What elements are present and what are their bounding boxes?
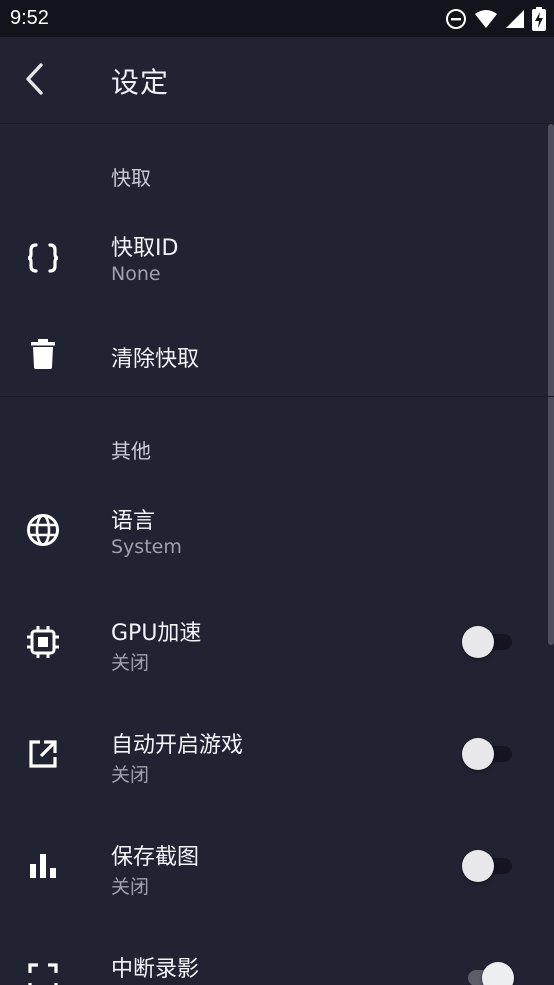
open-external-icon bbox=[24, 735, 62, 773]
status-icons bbox=[445, 6, 546, 32]
globe-icon bbox=[24, 511, 62, 549]
app-bar: 设定 bbox=[0, 37, 554, 124]
setting-subtitle: None bbox=[111, 263, 161, 285]
toggle-thumb bbox=[482, 962, 514, 985]
setting-title: 快取ID bbox=[111, 236, 179, 261]
section-header-snapshot: 快取 bbox=[111, 166, 151, 190]
back-arrow-icon bbox=[26, 63, 43, 95]
wifi-icon bbox=[474, 9, 498, 29]
setting-subtitle: 关闭 bbox=[111, 652, 150, 674]
setting-title: 保存截图 bbox=[111, 845, 200, 870]
setting-save-screenshot[interactable]: 保存截图 关闭 bbox=[0, 817, 554, 915]
setting-title: 清除快取 bbox=[111, 347, 200, 372]
chip-icon bbox=[24, 623, 62, 661]
status-bar: 9:52 bbox=[0, 0, 554, 37]
setting-title: 自动开启游戏 bbox=[111, 733, 244, 758]
cellular-signal-icon bbox=[505, 9, 525, 29]
toggle-thumb bbox=[462, 850, 494, 882]
setting-subtitle: 关闭 bbox=[111, 876, 150, 898]
trash-icon bbox=[24, 335, 62, 373]
toggle-thumb bbox=[462, 738, 494, 770]
toggle-thumb bbox=[462, 626, 494, 658]
setting-subtitle: System bbox=[111, 536, 182, 558]
interrupt-recording-toggle[interactable] bbox=[462, 961, 514, 985]
setting-title: GPU加速 bbox=[111, 621, 202, 646]
setting-title: 中断录影 bbox=[111, 957, 200, 982]
section-divider bbox=[0, 396, 554, 397]
page-title: 设定 bbox=[111, 66, 170, 99]
auto-start-game-toggle[interactable] bbox=[462, 737, 514, 771]
save-screenshot-toggle[interactable] bbox=[462, 849, 514, 883]
fullscreen-frame-icon bbox=[24, 959, 62, 985]
setting-language[interactable]: 语言 System bbox=[0, 481, 554, 579]
setting-interrupt-recording[interactable]: 中断录影 bbox=[0, 929, 554, 985]
settings-list[interactable]: 快取 快取ID None 清除快取 其他 语言 System GPU加速 关闭 bbox=[0, 124, 554, 985]
battery-charging-icon bbox=[532, 7, 546, 31]
setting-auto-start-game[interactable]: 自动开启游戏 关闭 bbox=[0, 705, 554, 803]
back-button[interactable] bbox=[18, 59, 58, 99]
do-not-disturb-icon bbox=[445, 8, 467, 30]
bar-chart-icon bbox=[24, 847, 62, 885]
setting-subtitle: 关闭 bbox=[111, 764, 150, 786]
status-time: 9:52 bbox=[10, 7, 49, 29]
setting-snapshot-id[interactable]: 快取ID None bbox=[0, 208, 554, 306]
setting-title: 语言 bbox=[111, 509, 156, 534]
setting-clear-snapshot[interactable]: 清除快取 bbox=[0, 314, 554, 394]
setting-gpu-acceleration[interactable]: GPU加速 关闭 bbox=[0, 593, 554, 691]
section-header-other: 其他 bbox=[111, 439, 151, 463]
gpu-acceleration-toggle[interactable] bbox=[462, 625, 514, 659]
code-braces-icon bbox=[24, 239, 62, 277]
